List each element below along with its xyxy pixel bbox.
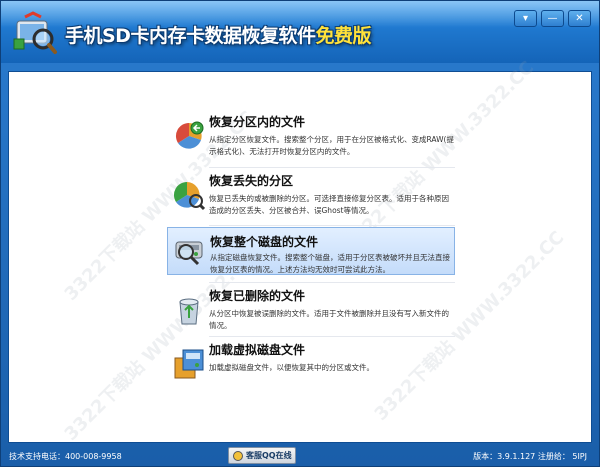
whole-disk-icon xyxy=(175,241,203,266)
partition-files-icon xyxy=(175,121,204,149)
divider xyxy=(209,225,455,226)
app-title: 手机SD卡内存卡数据恢复软件免费版 xyxy=(65,21,371,48)
option-description: 恢复已丢失的或被删除的分区。可选择直接修复分区表。适用于各种原因造成的分区丢失、… xyxy=(209,194,449,215)
qq-support-button[interactable]: 客服QQ在线 xyxy=(228,447,296,464)
option-title: 加载虚拟磁盘文件 xyxy=(209,343,306,357)
app-window: 手机SD卡内存卡数据恢复软件免费版 ▾ — ✕ 3322下载站 WWW.3322… xyxy=(0,0,600,467)
option-recover-lost-partition[interactable]: 恢复丢失的分区 恢复已丢失的或被删除的分区。可选择直接修复分区表。适用于各种原因… xyxy=(167,167,455,225)
app-logo-icon xyxy=(13,11,57,54)
option-title: 恢复整个磁盘的文件 xyxy=(210,235,319,249)
support-phone: 技术支持电话：400-008-9958 xyxy=(9,452,122,461)
qq-icon xyxy=(233,450,243,461)
app-title-main: 手机SD卡内存卡数据恢复软件 xyxy=(65,25,316,47)
option-load-virtual-disk[interactable]: 加载虚拟磁盘文件 加载虚拟磁盘文件，以便恢复其中的分区或文件。 xyxy=(167,336,455,384)
recycle-bin-icon xyxy=(179,298,199,325)
close-button[interactable]: ✕ xyxy=(568,10,591,27)
option-description: 从分区中恢复被误删除的文件。适用于文件被删除并且没有写入新文件的情况。 xyxy=(209,309,449,330)
option-recover-deleted-files[interactable]: 恢复已删除的文件 从分区中恢复被误删除的文件。适用于文件被删除并且没有写入新文件… xyxy=(167,282,455,336)
option-title: 恢复已删除的文件 xyxy=(209,289,306,303)
option-description: 从指定分区恢复文件。搜索整个分区，用于在分区被格式化、变成RAW(提示格式化)、… xyxy=(209,135,454,156)
qq-button-label: 客服QQ在线 xyxy=(246,451,292,460)
minimize-button[interactable]: — xyxy=(541,10,564,27)
lost-partition-icon xyxy=(173,181,205,211)
option-title: 恢复丢失的分区 xyxy=(209,174,294,188)
version-info: 版本：3.9.1.127 注册给： 5IPJ xyxy=(473,452,587,461)
option-title: 恢复分区内的文件 xyxy=(209,115,306,129)
option-recover-partition-files[interactable]: 恢复分区内的文件 从指定分区恢复文件。搜索整个分区，用于在分区被格式化、变成RA… xyxy=(167,108,455,164)
status-bar: 技术支持电话：400-008-9958 客服QQ在线 版本：3.9.1.127 … xyxy=(1,445,599,467)
app-title-free: 免费版 xyxy=(315,25,371,47)
menu-dropdown-button[interactable]: ▾ xyxy=(514,10,537,27)
option-recover-whole-disk[interactable]: 恢复整个磁盘的文件 从指定磁盘恢复文件。搜索整个磁盘，适用于分区表被破坏并且无法… xyxy=(167,227,455,275)
option-description: 从指定磁盘恢复文件。搜索整个磁盘，适用于分区表被破坏并且无法直接恢复分区表的情况… xyxy=(210,253,450,274)
virtual-disk-icon xyxy=(174,349,204,379)
title-bar[interactable]: 手机SD卡内存卡数据恢复软件免费版 ▾ — ✕ xyxy=(1,1,599,63)
main-panel: 3322下载站 WWW.3322.CC 3322下载站 WWW.3322.CC … xyxy=(8,57,592,445)
option-description: 加载虚拟磁盘文件，以便恢复其中的分区或文件。 xyxy=(209,363,374,372)
